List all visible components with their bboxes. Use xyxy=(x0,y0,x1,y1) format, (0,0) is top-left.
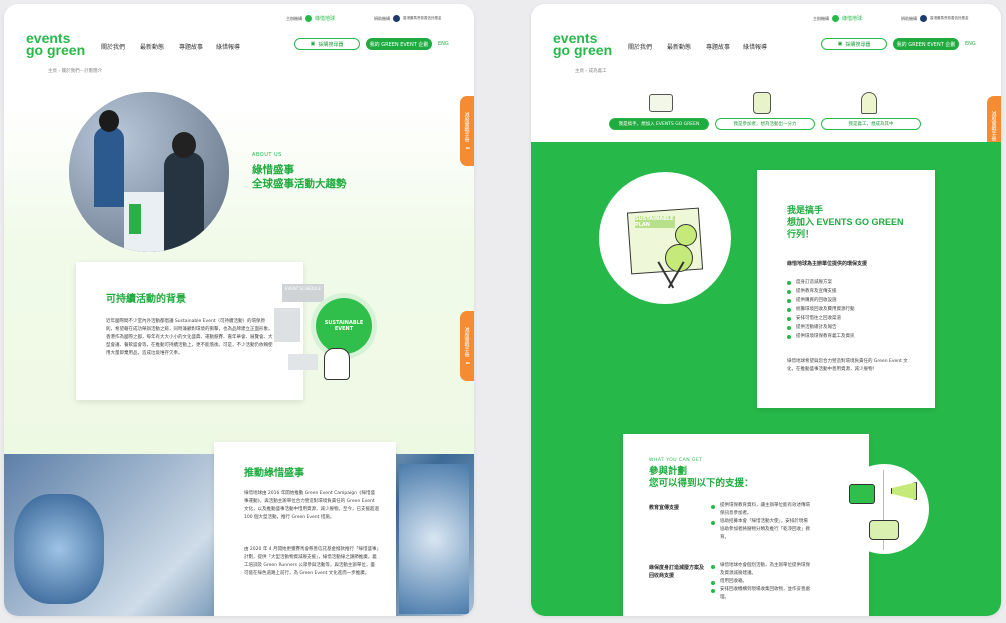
site-logo[interactable]: events go green xyxy=(26,31,85,57)
illustration-panel xyxy=(274,308,300,342)
left-page-screenshot: events go green 關於我們 最新動態 專題故事 綠惜報導 主辦機構綠… xyxy=(4,4,474,616)
category-participant-button[interactable]: 我是參加者，想為活動出一分力 xyxy=(715,118,815,130)
hand-pointer-icon xyxy=(324,348,350,380)
site-header: events go green 關於我們 最新動態 專題故事 綠惜報導 主辦機構綠… xyxy=(4,4,474,68)
organiser-subtitle: 綠惜地球為主辦單位提供的環保支援 xyxy=(787,261,868,267)
organiser-footer: 綠惜地球希望與您合力營造對環境負責任的 Green Event 文化，在推動盛事… xyxy=(787,359,908,372)
list-item: 提供購買的回收設施 xyxy=(787,296,855,305)
hero-eyebrow: ABOUT US xyxy=(252,152,282,158)
projector-icon xyxy=(849,484,875,504)
book-icon xyxy=(649,94,673,112)
download-icon: ⬇ xyxy=(464,145,470,151)
benefits-illustration xyxy=(839,464,929,554)
category-volunteer-button[interactable]: 我是義工，想成為其中 xyxy=(821,118,921,130)
my-green-event-button[interactable]: 我的 GREEN EVENT 企劃 xyxy=(366,38,432,50)
waste-plan-list: 綠惜地球亦會個別活動，為主辦單位提供環保及資源減廢建議。 借用回收箱。 安排回收… xyxy=(711,562,811,602)
download-icon: ⬇ xyxy=(464,360,470,366)
organiser-title: 我是搞手 想加入 EVENTS GO GREEN 行列！ xyxy=(787,205,904,239)
breadcrumb-home[interactable]: 主頁 xyxy=(48,69,57,74)
background-text: 近年國際間不少室內外活動都倡議 Sustainable Event（可持續活動）… xyxy=(106,319,273,356)
torch-icon xyxy=(861,92,877,114)
list-item: 提供活動總計及報告 xyxy=(787,323,855,332)
benefits-card: WHAT YOU CAN GET 參與計劃 您可以得到以下的支援： 教育宣傳支援 … xyxy=(623,434,869,616)
language-switch[interactable]: ENG xyxy=(438,41,449,47)
donor-logo: 捐助機構 香港賽馬會慈善信託基金 xyxy=(901,15,969,22)
donor-logo: 捐助機構 香港賽馬會慈善信託基金 xyxy=(374,15,442,22)
side-tab-manual[interactable]: 減廢實戰手冊⬇ xyxy=(460,96,474,166)
promote-section: 推動綠惜盛事 綠惜地球由 2016 年開始推動 Green Event Camp… xyxy=(214,442,396,616)
sustainable-event-bubble: SUSTAINABLE EVENT xyxy=(316,298,372,354)
list-item: 借用回收箱。 xyxy=(711,578,811,586)
right-page-screenshot: events go green 關於我們 最新動態 專題故事 綠惜報導 主辦機構綠… xyxy=(531,4,1001,616)
breadcrumb: 主頁 › 成為義工 xyxy=(575,69,607,74)
nav-reports[interactable]: 綠惜報導 xyxy=(216,42,240,51)
list-item: 提供環保教育資料，讓主辦單位能有效述傳環保訊息參加者。 xyxy=(711,502,811,518)
list-item: 安排可借往之回收渠道 xyxy=(787,314,855,323)
benefits-eyebrow: WHAT YOU CAN GET xyxy=(649,458,703,463)
background-section: 可持續活動的背景 近年國際間不少室內外活動都倡議 Sustainable Eve… xyxy=(76,262,303,400)
bin-icon xyxy=(869,520,899,540)
megaphone-icon xyxy=(891,482,917,500)
nav-news[interactable]: 最新動態 xyxy=(140,42,164,51)
plan-illustration: SUSTAINABLE PLAN xyxy=(599,172,731,304)
organiser-logo: 主辦機構 綠惜地球 xyxy=(286,15,336,22)
promote-title: 推動綠惜盛事 xyxy=(244,468,304,479)
support-list: 度身訂造減廢方案 提供教育及宣傳支援 提供購買的回收設施 統籌環境回收及費用資源… xyxy=(787,278,855,341)
list-item: 提供環境環保教育義工及資訊 xyxy=(787,332,855,341)
list-item: 綠惜地球亦會個別活動，為主辦單位提供環保及資源減廢建議。 xyxy=(711,562,811,578)
search-button[interactable]: ▣ 採購搜尋器 xyxy=(821,38,887,50)
breadcrumb-home[interactable]: 主頁 xyxy=(575,69,584,74)
nav-news[interactable]: 最新動態 xyxy=(667,42,691,51)
event-schedule-card: EVENT SCHEDULE xyxy=(282,284,324,302)
nav-stories[interactable]: 專題故事 xyxy=(179,42,203,51)
nav-reports[interactable]: 綠惜報導 xyxy=(743,42,767,51)
hero-title: 綠惜盛事 全球盛事活動大趨勢 xyxy=(252,164,347,190)
education-label: 教育宣傳支援 xyxy=(649,505,680,511)
list-item: 安排回收機構到現場收集回收物，並作妥善處理。 xyxy=(711,586,811,602)
category-organiser-button[interactable]: 我是搞手，想加入 EVENTS GO GREEN xyxy=(609,118,709,130)
site-logo[interactable]: events go green xyxy=(553,31,612,57)
list-item: 協助招募本會「綠惜活動大使」，安排於現場協助參加者將廢物分類及推行「乾淨回收」教… xyxy=(711,518,811,542)
organiser-logo: 主辦機構 綠惜地球 xyxy=(813,15,863,22)
breadcrumb-current: 成為義工 xyxy=(588,69,607,74)
cart-icon: ▣ xyxy=(837,41,843,47)
language-switch[interactable]: ENG xyxy=(965,41,976,47)
list-item: 提供教育及宣傳支援 xyxy=(787,287,855,296)
breadcrumb-current: 關於我們－計劃簡介 xyxy=(61,69,103,74)
education-list: 提供環保教育資料，讓主辦單位能有效述傳環保訊息參加者。 協助招募本會「綠惜活動大… xyxy=(711,502,811,542)
nav-about[interactable]: 關於我們 xyxy=(628,42,652,51)
promote-text-1: 綠惜地球由 2016 年開始推動 Green Event Campaign《綠惜… xyxy=(244,491,379,520)
benefits-title: 參與計劃 您可以得到以下的支援： xyxy=(649,466,754,489)
organiser-support-card: 我是搞手 想加入 EVENTS GO GREEN 行列！ 綠惜地球為主辦單位提供的環… xyxy=(757,170,935,408)
my-green-event-button[interactable]: 我的 GREEN EVENT 企劃 xyxy=(893,38,959,50)
vest-icon xyxy=(753,92,771,114)
search-button[interactable]: ▣ 採購搜尋器 xyxy=(294,38,360,50)
breadcrumb: 主頁 › 關於我們－計劃簡介 xyxy=(48,69,103,74)
waste-plan-label: 綠保度身訂造減廢方案及回收商支援 xyxy=(649,565,705,579)
promote-text-2: 由 2020 年 4 月開始更獲賽馬會慈善信託基金撥款推行「綠惜盛事」計劃，提供… xyxy=(244,547,379,576)
list-item: 統籌環境回收及費用資源行動 xyxy=(787,305,855,314)
nav-about[interactable]: 關於我們 xyxy=(101,42,125,51)
list-item: 度身訂造減廢方案 xyxy=(787,278,855,287)
side-tab-manual-2[interactable]: 減廢實戰手冊 ⬇ xyxy=(460,311,474,381)
hero-photo xyxy=(69,92,229,252)
site-header: events go green 關於我們 最新動態 專題故事 綠惜報導 主辦機構綠… xyxy=(531,4,1001,68)
background-title: 可持續活動的背景 xyxy=(106,294,186,305)
illustration-panel-2 xyxy=(288,354,318,370)
cart-icon: ▣ xyxy=(310,41,316,47)
nav-stories[interactable]: 專題故事 xyxy=(706,42,730,51)
sustainable-plan-label: SUSTAINABLE PLAN xyxy=(635,216,675,228)
